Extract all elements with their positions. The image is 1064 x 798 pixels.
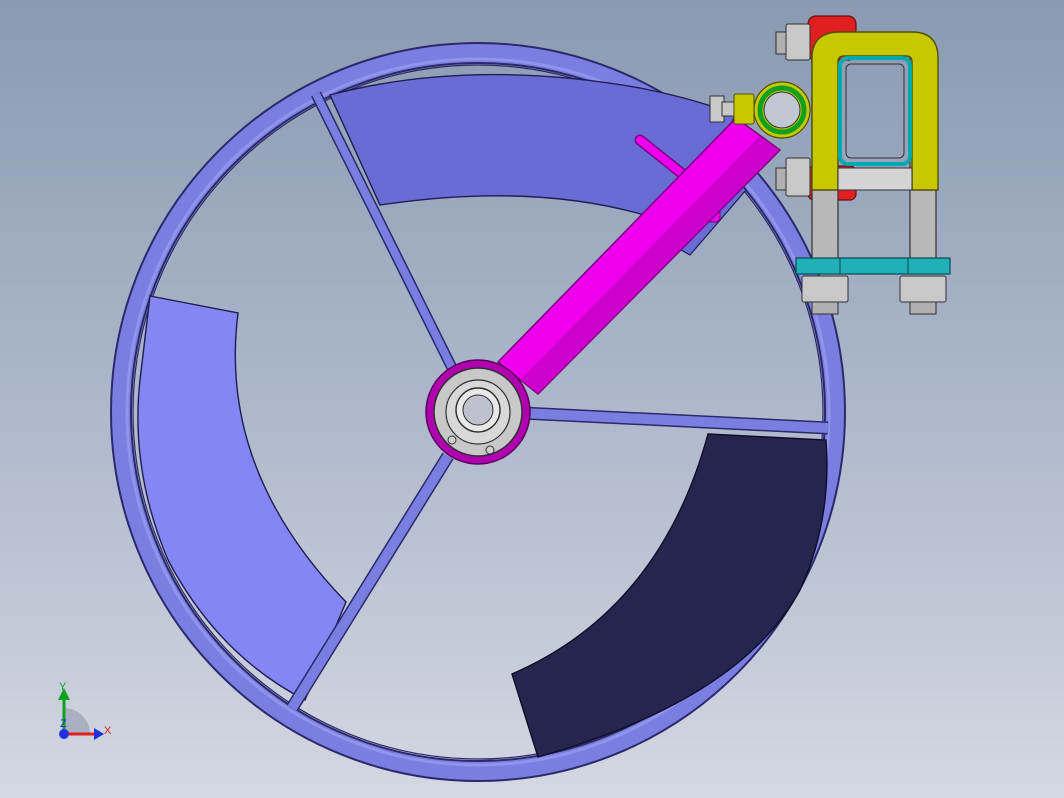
hub-assembly xyxy=(425,359,531,465)
triad-y-label: Y xyxy=(59,681,67,693)
bolt-mid-left xyxy=(775,157,811,197)
bracket-frame xyxy=(838,56,912,166)
hub-bolt-left xyxy=(447,435,457,445)
bracket-frame-inner xyxy=(845,63,905,159)
nut-bottom-right xyxy=(899,275,947,315)
triad-x-arrow xyxy=(94,728,104,740)
hub-bolt-right xyxy=(485,445,495,455)
coordinate-triad: X Y Z xyxy=(58,681,112,740)
bracket-crossbar xyxy=(837,167,913,191)
u-bolt xyxy=(811,31,939,191)
triad-x-label: X xyxy=(104,725,112,737)
bolt-top-left xyxy=(775,23,811,61)
triad-z-label: Z xyxy=(60,718,67,730)
triad-arc xyxy=(64,708,90,734)
washer-ring-hole xyxy=(763,91,801,129)
wheel-panel-left xyxy=(137,295,347,701)
cad-viewport[interactable]: X Y Z xyxy=(0,0,1064,798)
hub-bore xyxy=(462,394,494,426)
triad-origin xyxy=(59,729,69,739)
base-plate xyxy=(795,257,951,275)
